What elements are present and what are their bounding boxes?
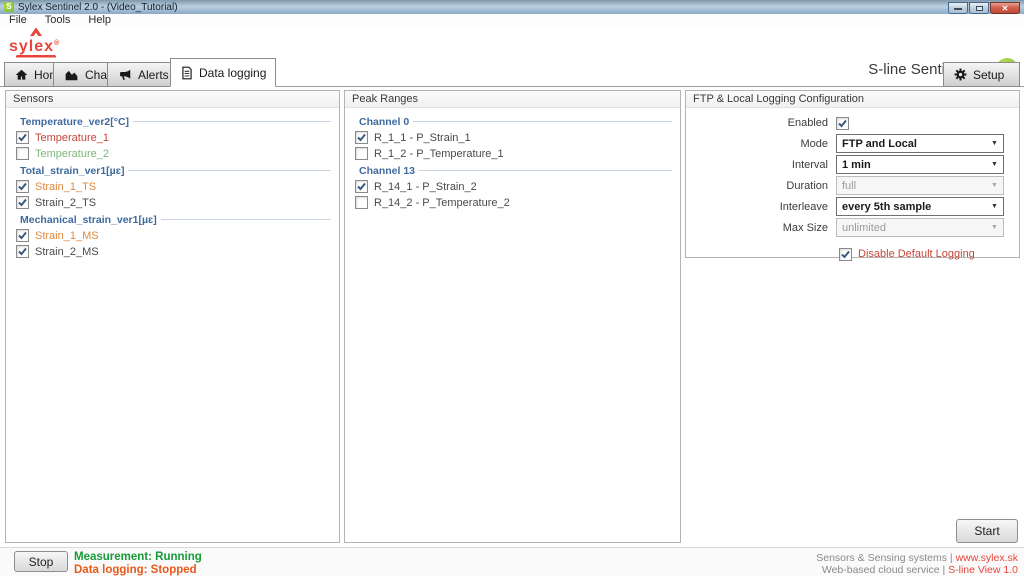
chevron-down-icon: ▼	[988, 219, 1001, 236]
sensor-row: Strain_1_TS	[11, 179, 333, 194]
app-icon: S	[4, 2, 14, 12]
sensor-group-header: Mechanical_strain_ver1[µɛ]	[11, 212, 333, 227]
footer-line2: Web-based cloud service | S-line View 1.…	[822, 564, 1018, 576]
chevron-down-icon: ▼	[988, 135, 1001, 152]
minimize-button[interactable]	[948, 2, 968, 14]
checkbox[interactable]	[16, 131, 29, 144]
sensor-row: Temperature_2	[11, 146, 333, 161]
peak-range-label: R_14_1 - P_Strain_2	[374, 181, 477, 193]
sline-view-link[interactable]: S-line View 1.0	[948, 564, 1018, 576]
chevron-down-icon: ▼	[988, 156, 1001, 173]
interval-row: Interval 1 min▼	[686, 154, 1019, 175]
interleave-dropdown[interactable]: every 5th sample▼	[836, 197, 1004, 216]
max-size-row: Max Size unlimited▼	[686, 217, 1019, 238]
mode-row: Mode FTP and Local▼	[686, 133, 1019, 154]
document-icon	[180, 65, 194, 81]
status-bar: Stop Measurement: Running Data logging: …	[0, 547, 1024, 576]
ftp-logging-panel: FTP & Local Logging Configuration Enable…	[685, 90, 1020, 258]
tab-setup[interactable]: Setup	[943, 62, 1020, 87]
sensor-row: Strain_1_MS	[11, 228, 333, 243]
checkbox[interactable]	[16, 229, 29, 242]
start-button[interactable]: Start	[956, 519, 1018, 543]
peak-range-label: R_1_1 - P_Strain_1	[374, 132, 471, 144]
gear-icon	[953, 67, 968, 82]
sensor-row: Temperature_1	[11, 130, 333, 145]
checkbox[interactable]	[355, 131, 368, 144]
menu-file[interactable]: File	[0, 14, 36, 27]
title-bar: S Sylex Sentinel 2.0 - (Video_Tutorial) …	[0, 0, 1024, 14]
checkbox[interactable]	[355, 147, 368, 160]
sensor-label: Temperature_1	[35, 132, 109, 144]
sensors-panel: Sensors Temperature_ver2[°C] Temperature…	[5, 90, 340, 543]
peak-range-label: R_1_2 - P_Temperature_1	[374, 148, 504, 160]
sensors-panel-title: Sensors	[6, 91, 339, 108]
sensor-label: Strain_2_MS	[35, 246, 99, 258]
peak-range-row: R_1_2 - P_Temperature_1	[350, 146, 674, 161]
checkbox[interactable]	[16, 196, 29, 209]
enabled-row: Enabled	[686, 113, 1019, 133]
peak-ranges-panel-title: Peak Ranges	[345, 91, 680, 108]
menu-bar: File Tools Help	[0, 14, 1024, 27]
app-window: S Sylex Sentinel 2.0 - (Video_Tutorial) …	[0, 0, 1024, 576]
disable-default-label: Disable Default Logging	[858, 248, 975, 260]
disable-default-row: Disable Default Logging	[686, 244, 1019, 264]
restore-button[interactable]	[969, 2, 989, 14]
peak-ranges-panel: Peak Ranges Channel 0 R_1_1 - P_Strain_1…	[344, 90, 681, 543]
sensor-group-header: Temperature_ver2[°C]	[11, 114, 333, 129]
stop-button[interactable]: Stop	[14, 551, 68, 572]
sensor-label: Strain_1_MS	[35, 230, 99, 242]
sensor-group-header: Total_strain_ver1[µɛ]	[11, 163, 333, 178]
enabled-checkbox[interactable]	[836, 117, 849, 130]
tab-bar: Home Charts Alerts [2|13] Data logging	[0, 59, 1024, 87]
checkbox[interactable]	[16, 147, 29, 160]
duration-row: Duration full▼	[686, 175, 1019, 196]
peak-range-row: R_14_2 - P_Temperature_2	[350, 195, 674, 210]
menu-tools[interactable]: Tools	[36, 14, 80, 27]
measurement-status: Measurement: Running	[74, 551, 202, 563]
peak-range-row: R_1_1 - P_Strain_1	[350, 130, 674, 145]
checkbox[interactable]	[355, 180, 368, 193]
window-title: Sylex Sentinel 2.0 - (Video_Tutorial)	[18, 2, 178, 13]
duration-dropdown: full▼	[836, 176, 1004, 195]
interleave-row: Interleave every 5th sample▼	[686, 196, 1019, 217]
channel-group-header: Channel 13	[350, 163, 674, 178]
ftp-panel-title: FTP & Local Logging Configuration	[686, 91, 1019, 108]
disable-default-checkbox[interactable]	[839, 248, 852, 261]
checkbox[interactable]	[355, 196, 368, 209]
megaphone-icon	[117, 68, 133, 82]
menu-help[interactable]: Help	[79, 14, 120, 27]
home-icon	[14, 68, 29, 82]
max-size-dropdown: unlimited▼	[836, 218, 1004, 237]
header: sylex® FIBER OPTICS S-line Sentinel 2.0 …	[0, 27, 1024, 59]
logo-wordmark: sylex®	[8, 36, 61, 55]
close-button[interactable]: ✕	[990, 2, 1020, 14]
sensor-row: Strain_2_TS	[11, 195, 333, 210]
checkbox[interactable]	[16, 245, 29, 258]
checkbox[interactable]	[16, 180, 29, 193]
area-chart-icon	[63, 68, 80, 82]
peak-range-label: R_14_2 - P_Temperature_2	[374, 197, 510, 209]
sensor-label: Strain_1_TS	[35, 181, 96, 193]
sensor-label: Strain_2_TS	[35, 197, 96, 209]
mode-dropdown[interactable]: FTP and Local▼	[836, 134, 1004, 153]
channel-group-header: Channel 0	[350, 114, 674, 129]
sensor-label: Temperature_2	[35, 148, 109, 160]
chevron-down-icon: ▼	[988, 198, 1001, 215]
peak-range-row: R_14_1 - P_Strain_2	[350, 179, 674, 194]
tab-data-logging[interactable]: Data logging	[170, 58, 276, 87]
chevron-down-icon: ▼	[988, 177, 1001, 194]
footer-line1: Sensors & Sensing systems | www.sylex.sk	[816, 552, 1018, 564]
sensor-row: Strain_2_MS	[11, 244, 333, 259]
interval-dropdown[interactable]: 1 min▼	[836, 155, 1004, 174]
logging-status: Data logging: Stopped	[74, 564, 197, 576]
sylex-website-link[interactable]: www.sylex.sk	[956, 552, 1018, 564]
sylex-logo: sylex®	[8, 27, 138, 61]
